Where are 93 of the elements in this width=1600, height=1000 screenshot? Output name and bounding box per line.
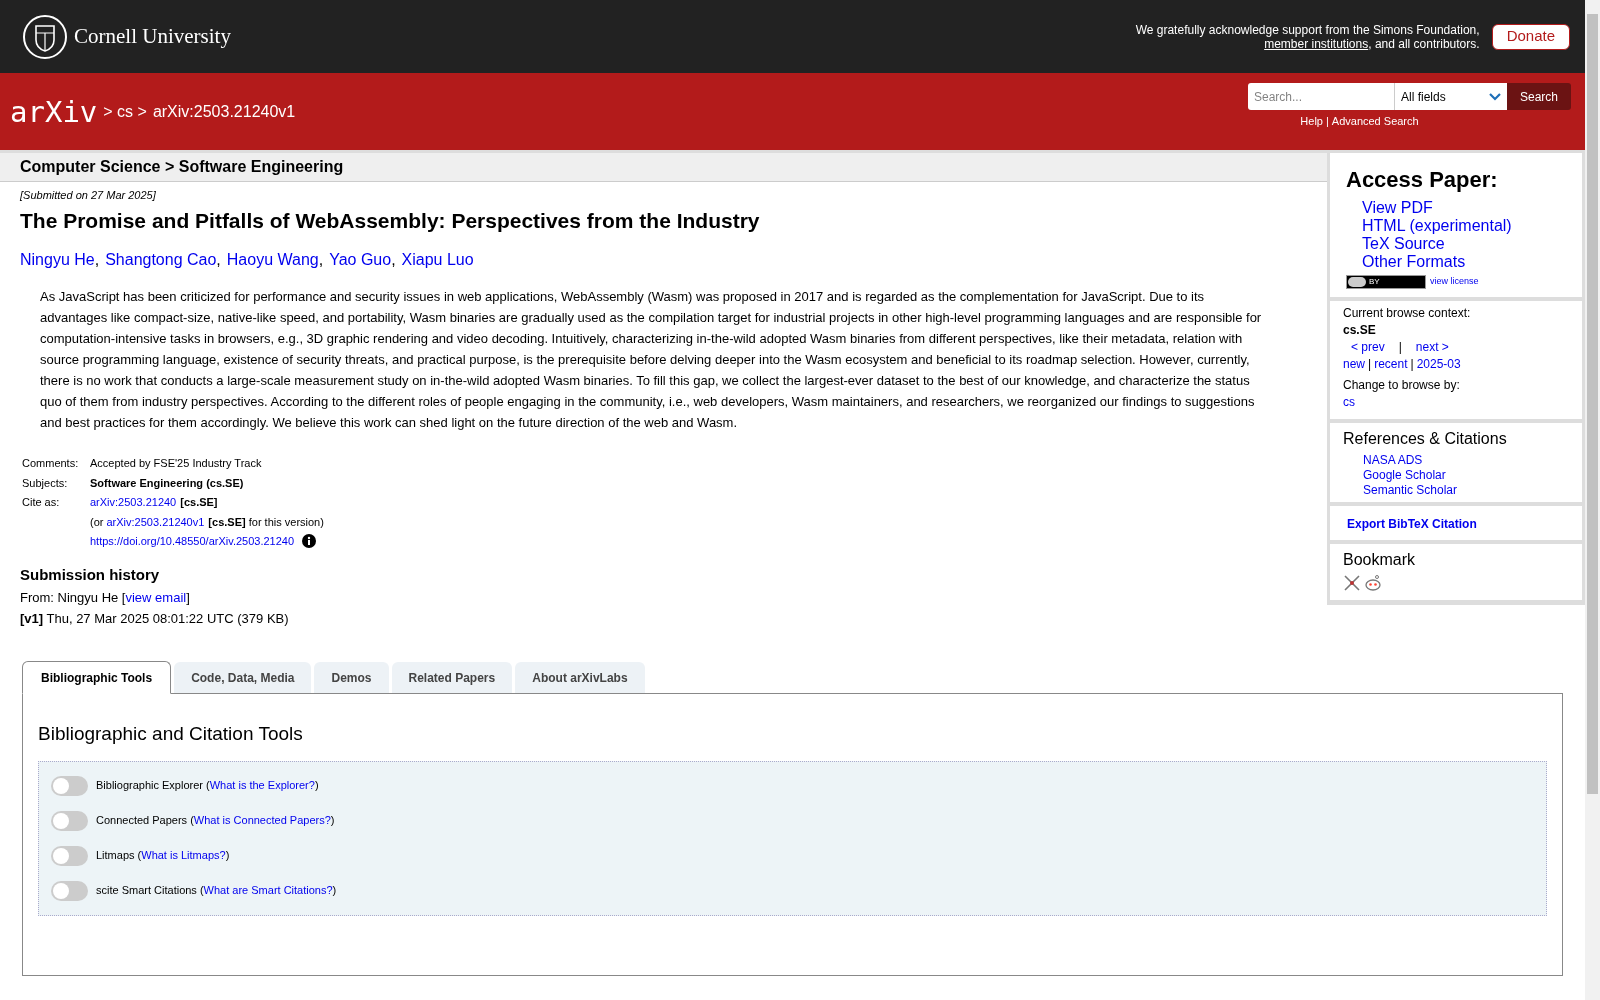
tool-label: ) (332, 883, 337, 899)
comma: , (94, 250, 100, 270)
separator: | (1398, 339, 1402, 356)
comma: , (391, 250, 396, 270)
browse-link[interactable]: new (1343, 356, 1365, 373)
format-link[interactable]: HTML (experimental) (1362, 217, 1566, 235)
arxiv-logo[interactable]: arXiv (10, 94, 98, 129)
comma: , (318, 250, 324, 270)
tools-title: Bibliographic and Citation Tools (38, 722, 304, 746)
crossed-tools-icon[interactable] (1343, 574, 1361, 592)
separator: | (1410, 356, 1414, 373)
tool-info-link[interactable]: What are Smart Citations? (203, 882, 333, 899)
support-text: We gratefully acknowledge support from the Simons Foundation, member institutions, and all contributors. (1134, 22, 1480, 51)
version-label: [v1] (20, 609, 44, 628)
author-link[interactable]: Xiapu Luo (401, 248, 474, 272)
doi-link[interactable]: https://doi.org/10.48550/arXiv.2503.21240 (90, 533, 295, 550)
format-link[interactable]: View PDF (1362, 199, 1566, 217)
crest-icon (22, 13, 68, 60)
author-link[interactable]: Shangtong Cao (105, 248, 217, 272)
tab[interactable]: Bibliographic Tools (22, 661, 172, 694)
toggle-switch[interactable] (51, 880, 88, 901)
next-link[interactable]: next > (1415, 339, 1449, 356)
author-link[interactable]: Ningyu He (20, 248, 95, 272)
separator: | (1368, 356, 1372, 373)
category-header: Computer Science > Software Engineering (0, 150, 1327, 182)
tool-label: Bibliographic Explorer ( (96, 778, 210, 794)
section-heading: Submission history (20, 564, 161, 585)
panel-title: Bookmark (1343, 550, 1417, 570)
tab[interactable]: About arXivLabs (515, 662, 645, 693)
tab[interactable]: Demos (314, 662, 389, 693)
reddit-icon[interactable] (1364, 574, 1382, 592)
browse-link[interactable]: recent (1374, 356, 1408, 373)
toggle-switch[interactable] (51, 845, 88, 866)
panel-title: References & Citations (1343, 429, 1508, 449)
change-label: Change to browse by: (1343, 377, 1461, 394)
browse-link[interactable]: 2025-03 (1416, 356, 1461, 373)
tab[interactable]: Related Papers (391, 662, 513, 693)
author-link[interactable]: Yao Guo (329, 248, 392, 272)
context-value: cs.SE (1343, 322, 1377, 339)
info-icon[interactable] (302, 534, 317, 549)
tab[interactable]: Code, Data, Media (174, 662, 312, 693)
tool-info-link[interactable]: What is the Explorer? (209, 777, 315, 794)
cc-icon (1348, 277, 1366, 287)
view-license-link[interactable]: view license (1430, 275, 1479, 289)
prev-link[interactable]: < prev (1351, 339, 1385, 356)
tool-label: ) (330, 813, 335, 829)
tool-label: ) (225, 848, 230, 864)
format-link[interactable]: TeX Source (1362, 235, 1566, 253)
meta-label: Comments: (22, 456, 80, 471)
version-note: (or (90, 514, 105, 530)
format-link[interactable]: Other Formats (1362, 253, 1566, 271)
paper-title: The Promise and Pitfalls of WebAssembly: Perspectives from the Industry (20, 207, 761, 234)
meta-label: Cite as: (22, 495, 61, 510)
help-link[interactable]: Help (1300, 113, 1323, 130)
meta-label: Subjects: (22, 475, 69, 491)
advanced-search-link[interactable]: Advanced Search (1331, 113, 1419, 130)
from-text: From: Ningyu He [ (20, 589, 126, 607)
toggle-switch[interactable] (51, 810, 88, 831)
reference-link[interactable]: Google Scholar (1363, 468, 1569, 483)
tool-label: scite Smart Citations ( (96, 883, 204, 899)
chevron-down-icon (1489, 92, 1501, 101)
tool-label: ) (314, 778, 319, 794)
license-badge[interactable]: BY (1346, 275, 1426, 289)
version-note: for this version) (247, 514, 324, 530)
abstract: As JavaScript has been criticized for performance and security issues in web applications, WebAssembly (Wasm) was proposed in 2017 and is regarded as the complementation for JavaScript. Due to its advantages like compact-size, native-like speed, and portability, Wasm binaries are gradually used as the compilation target for industrial projects in other high-level programming languages and are responsible for computation-intensive tasks in browsers, e.g., 3D graphic rendering and video decoding. Intuitively, characterizing in-the-wild adopted Wasm binaries from different perspectives, like their metadata, relation with source programming language, existence of security threats, and practical purpose, is the prerequisite before delving deeper into the Wasm ecosystem and beneficial to its roadmap selection. However, currently, there is no work that conducts a large-scale measurement study on in-the-wild adopted Wasm binaries. To fill this gap, we collect the largest-ever dataset to the best of our knowledge, and characterize the status quo of them from industry perspectives. According to the different roles of people engaging in the community, i.e., web developers, Wasm maintainers, and researchers, we reorganized our findings to suggestions and best practices for them accordingly. We believe this work can shed light on the future direction of the web and Wasm. (40, 288, 1262, 432)
tool-info-link[interactable]: What is Litmaps? (141, 847, 226, 864)
version-link[interactable]: arXiv:2503.21240v1 (106, 513, 205, 530)
field-select[interactable]: All fields (1394, 83, 1507, 110)
category-tag: [cs.SE] (180, 494, 218, 511)
panel-title: Access Paper: (1346, 166, 1499, 194)
tool-label: Litmaps ( (96, 848, 142, 864)
search-field[interactable]: Search... (1248, 83, 1394, 110)
tool-label: Connected Papers ( (96, 813, 194, 829)
comments-value: Accepted by FSE'25 Industry Track (90, 456, 263, 471)
comma: , (216, 250, 221, 270)
version-text: Thu, 27 Mar 2025 08:01:22 UTC (379 KB) (45, 609, 289, 628)
breadcrumb-link[interactable]: arXiv:2503.21240v1 (152, 99, 296, 124)
toggle-switch[interactable] (51, 775, 88, 796)
separator: | (1325, 114, 1329, 129)
category-tag: [cs.SE] (208, 513, 246, 530)
category-link[interactable]: cs (1343, 394, 1569, 411)
reference-link[interactable]: NASA ADS (1363, 453, 1569, 468)
breadcrumb-text: > cs > (103, 101, 147, 122)
from-text: ] (186, 589, 190, 607)
search-button[interactable]: Search (1507, 83, 1571, 110)
context-label: Current browse context: (1343, 305, 1472, 322)
donate-button[interactable]: Donate (1491, 23, 1570, 50)
cite-link[interactable]: arXiv:2503.21240 (90, 494, 177, 511)
reference-link[interactable]: Semantic Scholar (1363, 483, 1569, 498)
subjects-value: Software Engineering (cs.SE) (90, 475, 245, 491)
submission-date: [Submitted on 27 Mar 2025] (20, 188, 157, 203)
university-name[interactable]: Cornell University (74, 20, 231, 53)
author-link[interactable]: Haoyu Wang (226, 248, 319, 272)
